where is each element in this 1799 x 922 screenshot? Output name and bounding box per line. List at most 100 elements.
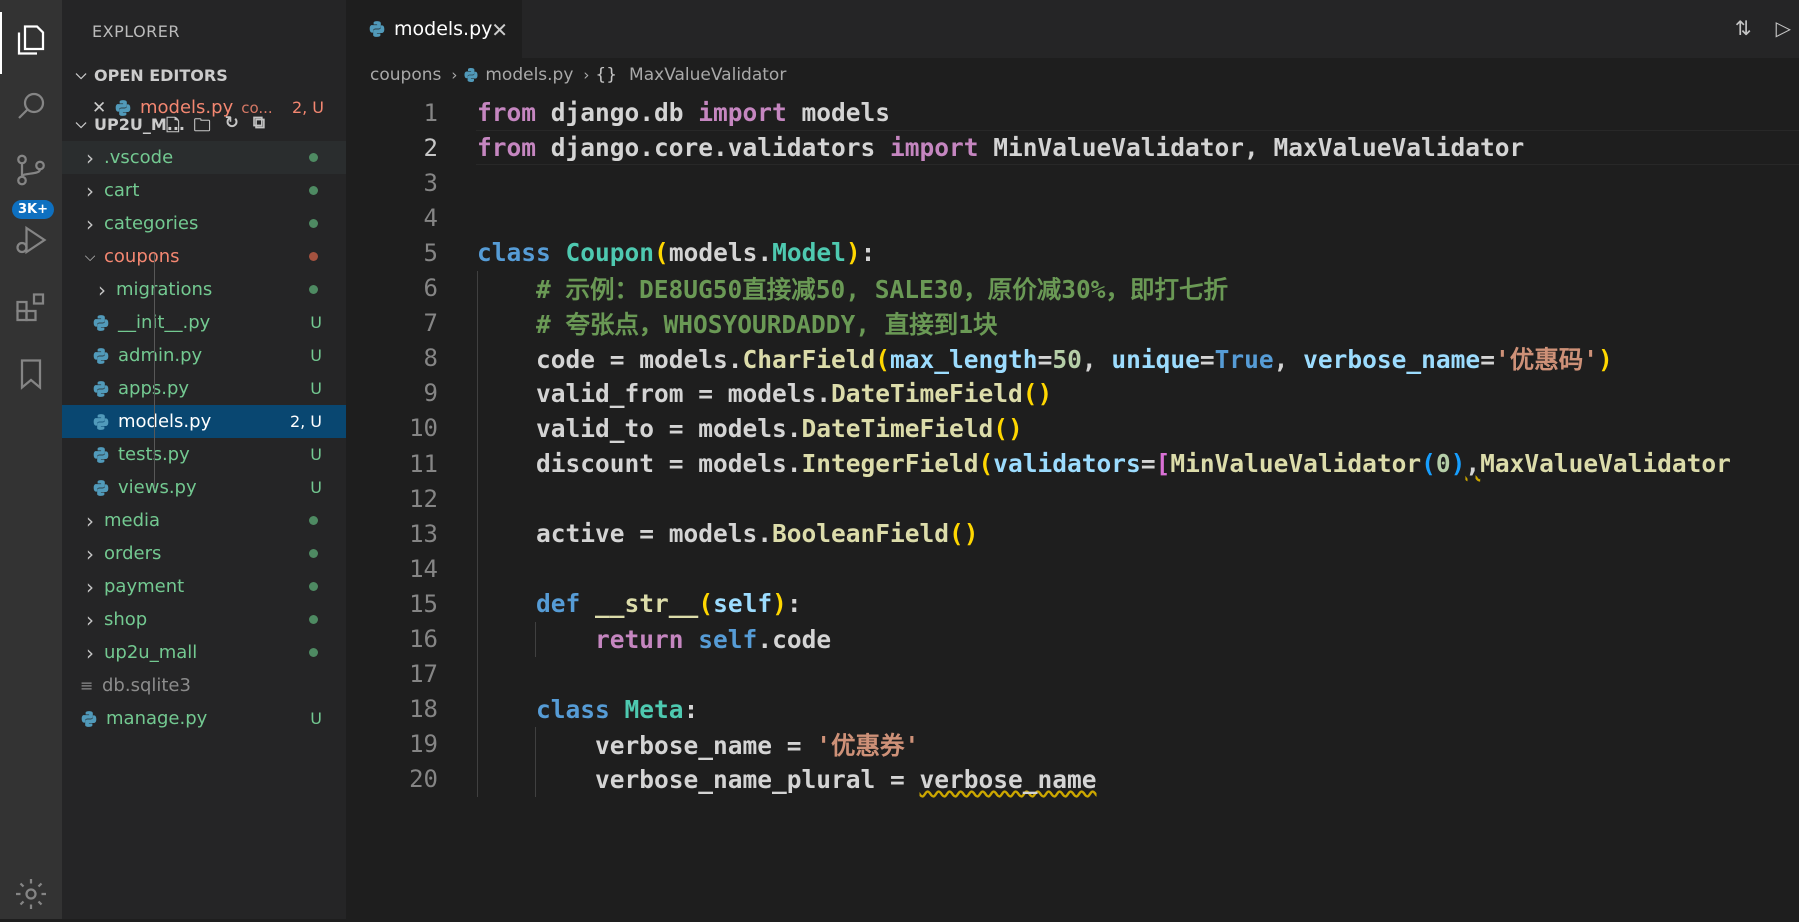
settings-gear-icon[interactable]: [0, 866, 62, 922]
new-file-icon[interactable]: 🗋: [166, 113, 180, 142]
tree-item-label: admin.py: [118, 345, 203, 366]
extensions-icon[interactable]: [0, 280, 62, 336]
code-line[interactable]: 3: [346, 165, 1799, 200]
chevron-down-icon: ⌵: [75, 116, 87, 132]
code-line[interactable]: 12: [346, 481, 1799, 516]
tree-item[interactable]: admin.py U: [62, 339, 346, 372]
line-number: 16: [409, 625, 438, 654]
line-number: 5: [423, 238, 438, 267]
line-number: 13: [409, 519, 438, 548]
code-line[interactable]: 9 valid_from = models.DateTimeField(): [346, 376, 1799, 411]
code-line[interactable]: 19 verbose_name = '优惠券': [346, 727, 1799, 762]
tab-bar: models.py ✕ ⇅ ▷: [346, 0, 1799, 58]
tree-item[interactable]: › media: [62, 504, 346, 537]
line-code: from django.db import models: [477, 98, 891, 128]
code-line[interactable]: 2 from django.core.validators import MinV…: [346, 130, 1799, 166]
tab-models-py[interactable]: models.py ✕: [346, 0, 522, 58]
chevron-right-icon: ›: [86, 145, 94, 170]
breadcrumb-symbol[interactable]: MaxValueValidator: [629, 65, 786, 85]
search-icon[interactable]: [0, 78, 62, 134]
chevron-right-icon: ›: [86, 541, 94, 566]
tree-item[interactable]: › .vscode: [62, 141, 346, 174]
python-file-icon: [92, 413, 118, 431]
line-number: 6: [423, 274, 438, 303]
tree-item-label: db.sqlite3: [102, 675, 191, 696]
code-line[interactable]: 18 class Meta:: [346, 692, 1799, 727]
breadcrumb-folder[interactable]: coupons: [370, 65, 441, 85]
git-status: U: [310, 379, 322, 398]
line-number: 4: [423, 203, 438, 232]
run-file-icon[interactable]: ▷: [1776, 16, 1791, 40]
tree-item[interactable]: › orders: [62, 537, 346, 570]
python-file-icon: [92, 347, 118, 365]
status-dot: [309, 252, 318, 261]
code-line[interactable]: 20 verbose_name_plural = verbose_name: [346, 762, 1799, 797]
refresh-icon[interactable]: ↻: [225, 113, 239, 142]
git-status: U: [310, 478, 322, 497]
explorer-icon[interactable]: [0, 12, 62, 68]
code-line[interactable]: 16 return self.code: [346, 622, 1799, 657]
tree-item[interactable]: › payment: [62, 570, 346, 603]
indent-guide: [535, 621, 536, 657]
code-line[interactable]: 11 discount = models.IntegerField(valida…: [346, 446, 1799, 481]
line-number: 18: [409, 695, 438, 724]
code-line[interactable]: 14: [346, 551, 1799, 586]
breadcrumb-file[interactable]: models.py: [485, 65, 573, 85]
tree-item[interactable]: › migrations: [62, 273, 346, 306]
line-code: code = models.CharField(max_length=50, u…: [477, 344, 1613, 374]
tree-item[interactable]: › categories: [62, 207, 346, 240]
code-line[interactable]: 7 # 夸张点，WHOSYOURDADDY, 直接到1块: [346, 306, 1799, 341]
code-line[interactable]: 13 active = models.BooleanField(): [346, 516, 1799, 551]
tree-item[interactable]: __init__.py U: [62, 306, 346, 339]
line-code: class Coupon(models.Model):: [477, 238, 876, 268]
collapse-all-icon[interactable]: ⧉: [253, 113, 265, 142]
tree-item[interactable]: › shop: [62, 603, 346, 636]
workspace-header[interactable]: ⌵ UP2U_M... 🗋 🗀 ↻ ⧉: [62, 107, 346, 141]
indent-guide: [535, 726, 536, 797]
close-icon[interactable]: ✕: [491, 18, 508, 42]
status-dot: [309, 186, 318, 195]
tree-item[interactable]: › cart: [62, 174, 346, 207]
activity-bar: 3K+: [0, 0, 62, 919]
python-file-icon: [92, 380, 118, 398]
status-dot: [309, 549, 318, 558]
tree-item[interactable]: › up2u_mall: [62, 636, 346, 669]
chevron-right-icon: ›: [451, 66, 458, 84]
tree-item[interactable]: apps.pyU: [62, 372, 346, 405]
code-line[interactable]: 15 def __str__(self):: [346, 586, 1799, 621]
tree-item[interactable]: ≡ db.sqlite3: [62, 669, 346, 702]
tree-item[interactable]: models.py 2, U: [62, 405, 346, 438]
line-number: 12: [409, 484, 438, 513]
explorer-sidebar: EXPLORER ⌵ OPEN EDITORS ✕ models.py co..…: [62, 0, 346, 919]
line-code: def __str__(self):: [536, 589, 802, 619]
git-status: U: [310, 346, 322, 365]
bookmarks-icon[interactable]: [0, 346, 62, 402]
chevron-right-icon: ›: [98, 277, 106, 302]
new-folder-icon[interactable]: 🗀: [194, 113, 211, 142]
code-line[interactable]: 5 class Coupon(models.Model):: [346, 235, 1799, 270]
code-line[interactable]: 1 from django.db import models: [346, 95, 1799, 130]
source-control-icon[interactable]: [0, 142, 62, 198]
line-code: class Meta:: [536, 694, 699, 724]
tree-item[interactable]: ⌵ coupons: [62, 240, 346, 273]
tree-item-label: categories: [104, 213, 199, 234]
python-file-icon: [92, 479, 118, 497]
code-line[interactable]: 10 valid_to = models.DateTimeField(): [346, 411, 1799, 446]
tree-item[interactable]: manage.py U: [62, 702, 346, 735]
tree-item[interactable]: views.py U: [62, 471, 346, 504]
file-lines-icon: ≡: [80, 676, 94, 695]
sidebar-title: EXPLORER: [92, 22, 180, 41]
tree-item-label: orders: [104, 543, 162, 564]
line-number: 19: [409, 730, 438, 759]
status-dot: [309, 219, 318, 228]
code-line[interactable]: 8 code = models.CharField(max_length=50,…: [346, 341, 1799, 376]
code-line[interactable]: 17: [346, 657, 1799, 692]
tree-item-label: media: [104, 510, 161, 531]
run-debug-icon[interactable]: [0, 212, 62, 268]
open-changes-icon[interactable]: ⇅: [1735, 16, 1752, 40]
code-line[interactable]: 6 # 示例：DE8UG50直接减50, SALE30，原价减30%，即打七折: [346, 271, 1799, 306]
tree-item[interactable]: tests.py U: [62, 438, 346, 471]
code-line[interactable]: 4: [346, 200, 1799, 235]
line-number: 2: [423, 133, 438, 162]
open-editors-header[interactable]: ⌵ OPEN EDITORS: [62, 59, 346, 91]
